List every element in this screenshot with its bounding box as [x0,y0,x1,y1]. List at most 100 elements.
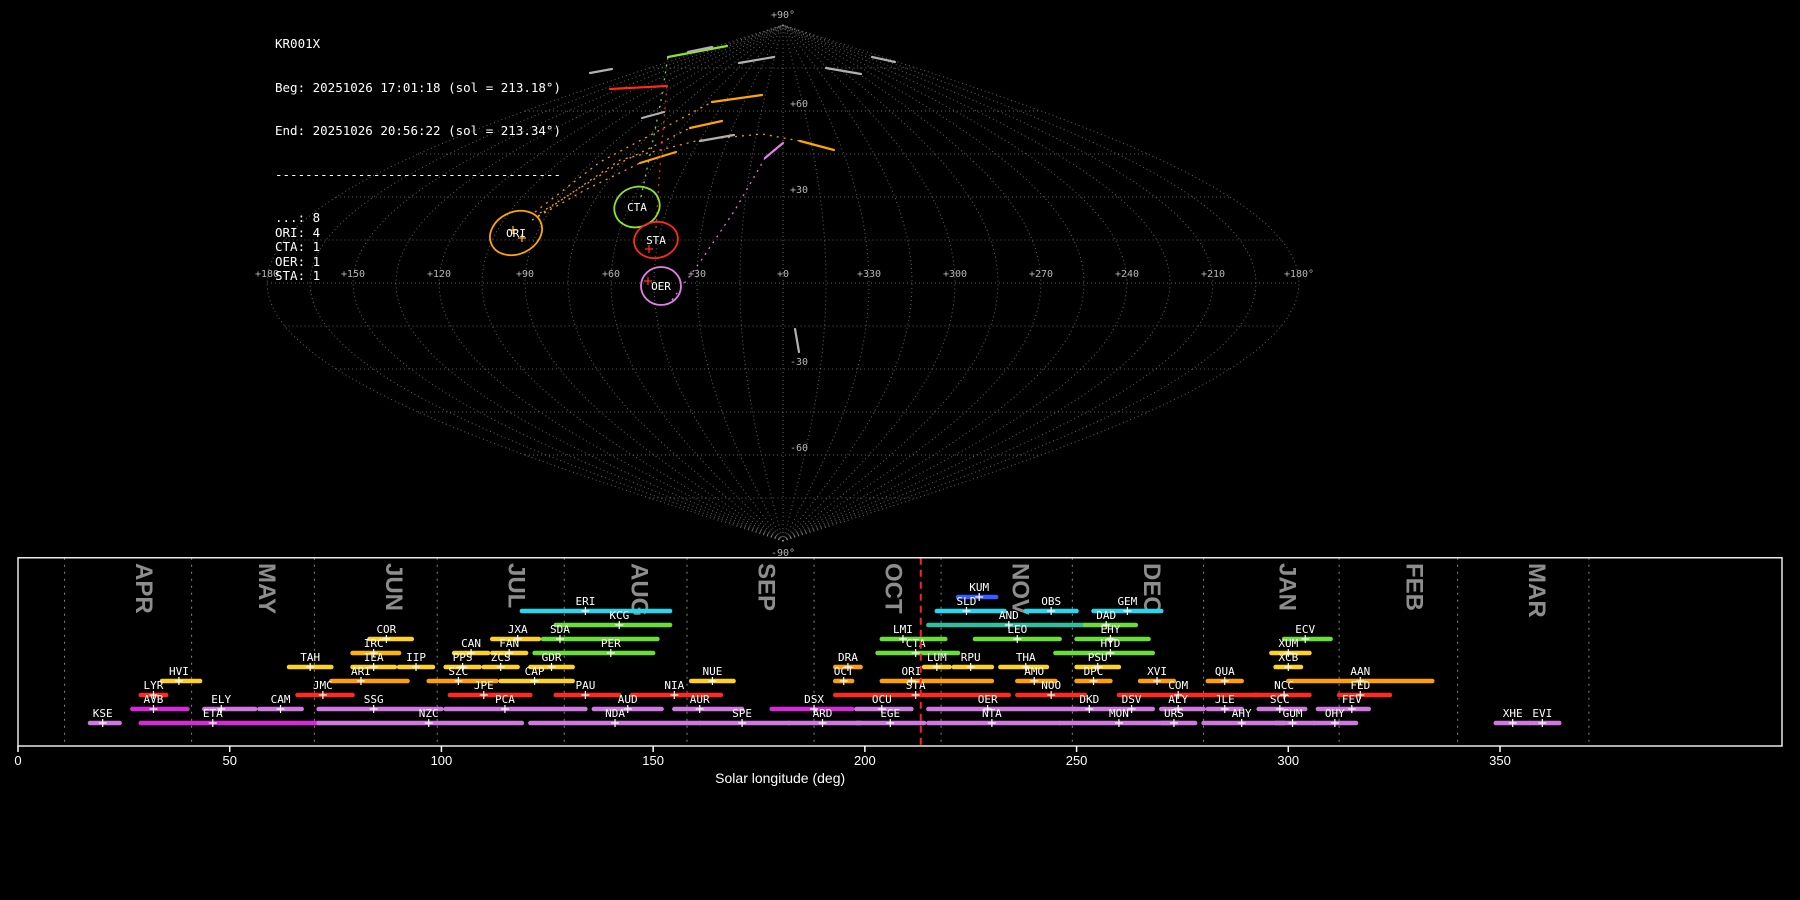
x-axis-tick-label: 150 [642,753,664,768]
shower-code-label-ncc: NCC [1274,679,1294,692]
shower-code-label-nia: NIA [664,679,684,692]
shower-code-label-pps: PPS [453,651,473,664]
shower-code-label-cta: CTA [906,637,926,650]
map-latitude-label: +30 [790,185,808,196]
shower-code-label-nta: NTA [982,707,1002,720]
shower-code-label-can: CAN [461,637,481,650]
shower-code-label-nue: NUE [702,665,722,678]
meteor-trail [824,66,863,76]
map-longitude-label: +330 [857,269,881,280]
map-meridian [782,24,1085,542]
month-label: FEB [1400,563,1427,611]
meteor-trail [793,327,801,354]
shower-code-label-oer: OER [978,693,998,706]
shower-code-label-nda: NDA [605,707,625,720]
shower-code-label-tha: THA [1016,651,1036,664]
x-axis-tick-label: 200 [854,753,876,768]
shower-code-label-ecv: ECV [1295,623,1315,636]
shower-code-label-gum: GUM [1283,707,1303,720]
shower-code-label-rpu: RPU [961,651,981,664]
shower-code-label-lum: LUM [927,651,947,664]
map-latitude-label: -60 [790,443,808,454]
shower-code-label-sld: SLD [957,595,977,608]
x-axis-tick-label: 250 [1066,753,1088,768]
month-label: SEP [753,563,780,611]
shower-code-label-lmi: LMI [893,623,913,636]
meteor-trail [688,119,724,130]
shower-code-label-spe: SPE [732,707,752,720]
map-longitude-label: +60 [602,269,620,280]
shower-code-label-ard: ARD [813,707,833,720]
shower-code-label-evi: EVI [1532,707,1552,720]
shower-code-label-pca: PCA [495,693,515,706]
meteor-trail [588,67,614,75]
trail-backtrack-path [539,127,691,214]
shower-code-label-urs: URS [1164,707,1184,720]
shower-code-label-sta: STA [906,679,926,692]
map-latitude-label: -90° [771,548,795,557]
shower-code-label-obs: OBS [1041,595,1061,608]
begin-time-line: Beg: 20251026 17:01:18 (sol = 213.18°) [275,79,561,95]
meteor-trail [870,55,897,64]
shower-code-label-noo: NOO [1041,679,1061,692]
meteor-trail [666,44,729,59]
station-id: KR001X [275,36,321,51]
activity-timeline-chart: APR MAY JUN JUL AUG SEP OCT NOV DEC JAN FEB MAR KUM E… [14,557,1783,786]
radiant-label-sta: STA [646,234,666,247]
shower-code-label-fan: FAN [499,637,519,650]
shower-code-label-xhe: XHE [1503,707,1523,720]
trail-backtrack-path [537,133,801,217]
map-longitude-label: +210 [1201,269,1225,280]
shower-code-label-psu: PSU [1088,651,1108,664]
month-label: JUN [380,563,407,611]
shower-code-label-dkd: DKD [1079,693,1099,706]
month-label: DEC [1138,563,1165,614]
shower-code-label-dpc: DPC [1084,665,1104,678]
shower-code-label-aly: ALY [1168,693,1188,706]
observation-info: KR001X Beg: 20251026 17:01:18 (sol = 213… [275,8,561,313]
shower-code-label-dsv: DSV [1122,693,1142,706]
shower-code-label-cam: CAM [271,693,291,706]
shower-code-label-zcs: ZCS [491,651,511,664]
x-axis-tick-label: 100 [431,753,453,768]
meteor-trail [763,141,785,160]
shower-code-label-eri: ERI [575,595,595,608]
shower-code-label-ege: EGE [880,707,900,720]
shower-code-label-nzc: NZC [419,707,439,720]
shower-code-label-gem: GEM [1117,595,1137,608]
map-longitude-label: +0 [777,269,789,280]
shower-code-label-szc: SZC [448,665,468,678]
map-meridian [782,24,956,542]
meteor-trail [638,150,678,165]
shower-code-label-jxa: JXA [508,623,528,636]
month-label: AUG [626,563,653,616]
shower-code-label-kse: KSE [93,707,113,720]
shower-code-label-lyr: LYR [144,679,164,692]
shower-code-label-pau: PAU [575,679,595,692]
shower-code-label-fev: FEV [1342,693,1362,706]
shower-code-label-cap: CAP [525,665,545,678]
shower-code-label-ahy: AHY [1232,707,1252,720]
shower-code-label-gdr: GDR [542,651,562,664]
month-label: JUL [503,563,530,608]
x-axis-tick-label: 0 [14,753,21,768]
shower-code-label-sda: SDA [550,623,570,636]
shower-code-label-and: AND [999,609,1019,622]
x-axis-title: Solar longitude (deg) [715,770,845,786]
shower-code-label-amo: AMO [1024,665,1044,678]
month-label: OCT [880,563,907,614]
month-label: NOV [1007,563,1034,615]
shower-code-label-dad: DAD [1096,609,1116,622]
map-latitude-label: +90° [771,10,795,21]
x-axis-tick-label: 350 [1489,753,1511,768]
shower-code-label-ssg: SSG [364,693,384,706]
count-row: STA: 1 [275,268,321,283]
meteor-trail [798,139,836,152]
trail-backtrack-path [534,101,713,213]
shower-code-label-cor: COR [376,623,396,636]
shower-counts: ...: 8 ORI: 4 CTA: 1 OER: 1 STA: 1 [275,210,561,284]
meteor-trail [608,84,669,91]
shower-code-label-leo: LEO [1007,623,1027,636]
map-meridian [610,24,784,542]
end-time-line: End: 20251026 20:56:22 (sol = 213.34°) [275,123,561,138]
